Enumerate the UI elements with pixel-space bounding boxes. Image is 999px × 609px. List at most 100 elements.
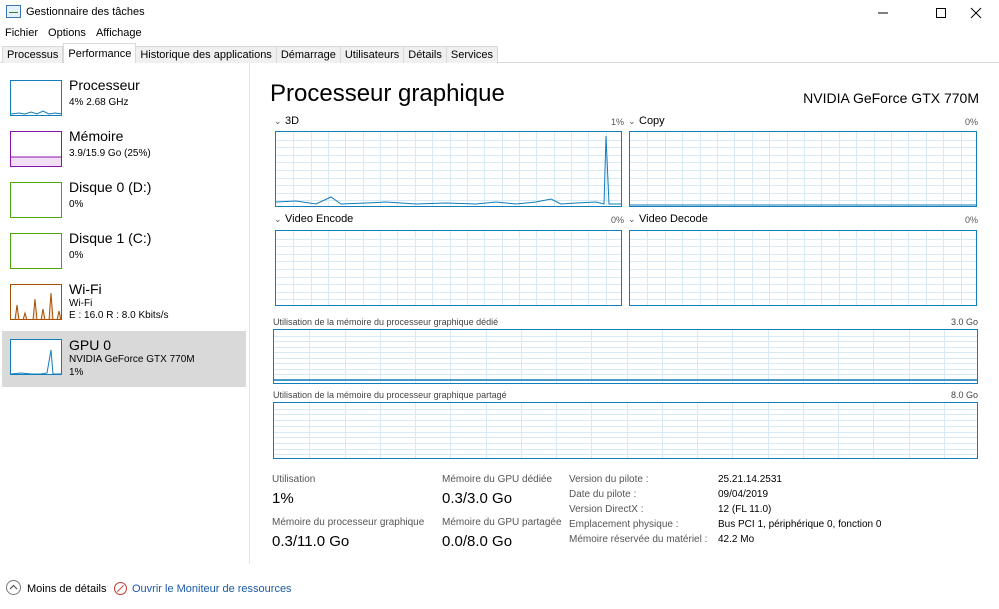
graph-decode-label[interactable]: ⌄ Video Decode	[628, 213, 708, 225]
info-value: Bus PCI 1, périphérique 0, fonction 0	[718, 519, 882, 530]
close-button[interactable]	[953, 0, 999, 25]
info-value: 09/04/2019	[718, 489, 769, 500]
info-value: 12 (FL 11.0)	[718, 504, 772, 515]
info-value: 42.2 Mo	[718, 534, 755, 545]
graph-copy-label[interactable]: ⌄ Copy	[628, 115, 665, 127]
info-value: 25.21.14.2531	[718, 474, 782, 485]
chevron-down-icon: ⌄	[274, 214, 282, 224]
tab-performance[interactable]: Performance	[63, 43, 137, 63]
graph-encode-label[interactable]: ⌄ Video Encode	[274, 213, 353, 225]
graph-decode-pct: 0%	[964, 215, 978, 225]
dedicated-memory-max: 3.0 Go	[950, 317, 978, 327]
graph-copy-pct: 0%	[964, 117, 978, 127]
sidebar-title: GPU 0	[69, 337, 112, 353]
chevron-down-icon: ⌄	[628, 116, 636, 126]
menu-affichage[interactable]: Affichage	[91, 25, 147, 42]
minimize-icon	[878, 12, 888, 13]
tab-processus[interactable]: Processus	[2, 46, 64, 63]
maximize-icon	[936, 7, 946, 18]
menu-bar: Fichier Options Affichage	[0, 25, 147, 42]
sidebar-subtitle: 3.9/15.9 Go (25%)	[69, 148, 151, 159]
minimize-button[interactable]	[860, 0, 906, 25]
graph-encode-pct: 0%	[610, 215, 624, 225]
sidebar-item-disque-1[interactable]: Disque 1 (C:) 0%	[2, 229, 246, 281]
tab-bar: Processus Performance Historique des app…	[0, 43, 999, 63]
disk-thumbnail	[10, 182, 62, 218]
window-title: Gestionnaire des tâches	[26, 6, 145, 18]
dedicated-memory-label: Utilisation de la mémoire du processeur …	[273, 317, 499, 327]
sidebar-item-disque-0[interactable]: Disque 0 (D:) 0%	[2, 178, 246, 230]
title-bar: Gestionnaire des tâches	[0, 0, 999, 25]
graph-grid	[630, 231, 976, 305]
less-details-button[interactable]: Moins de détails	[27, 583, 107, 595]
menu-options[interactable]: Options	[43, 25, 91, 42]
graph-3d-pct: 1%	[610, 117, 624, 127]
graph-3d-line	[276, 135, 621, 205]
shared-gpu-mem-value: 0.0/8.0 Go	[442, 533, 513, 550]
task-manager-icon	[6, 5, 21, 18]
shared-memory-label: Utilisation de la mémoire du processeur …	[273, 390, 507, 400]
graph-video-decode	[629, 230, 977, 306]
chevron-down-icon: ⌄	[628, 214, 636, 224]
graph-grid	[274, 403, 977, 458]
dedicated-gpu-mem-value: 0.3/3.0 Go	[442, 490, 513, 507]
sidebar-subtitle: Wi-Fi	[69, 298, 93, 309]
tab-demarrage[interactable]: Démarrage	[276, 46, 341, 63]
resource-monitor-icon	[114, 582, 127, 595]
wifi-thumbnail	[10, 284, 62, 320]
sidebar-subtitle: 0%	[69, 199, 84, 210]
graph-copy	[629, 131, 977, 207]
graph-dedicated-line	[274, 379, 977, 381]
menu-fichier[interactable]: Fichier	[0, 25, 43, 42]
disk-thumbnail	[10, 233, 62, 269]
cpu-thumbnail	[10, 80, 62, 116]
tab-utilisateurs[interactable]: Utilisateurs	[340, 46, 405, 63]
sidebar-title: Disque 1 (C:)	[69, 230, 152, 246]
info-label: Version DirectX :	[569, 504, 644, 515]
graph-grid	[276, 231, 621, 305]
gpu-detail-panel: Processeur graphique NVIDIA GeForce GTX …	[262, 64, 992, 564]
info-label: Date du pilote :	[569, 489, 637, 500]
graph-3d-label[interactable]: ⌄ 3D	[274, 115, 299, 127]
collapse-chevron-icon[interactable]	[6, 580, 21, 595]
sidebar-title: Processeur	[69, 77, 140, 93]
dedicated-gpu-mem-label: Mémoire du GPU dédiée	[442, 474, 553, 485]
sidebar-throughput: E : 16.0 R : 8.0 Kbits/s	[69, 310, 169, 321]
sidebar-title: Disque 0 (D:)	[69, 179, 152, 195]
info-label: Emplacement physique :	[569, 519, 679, 530]
sidebar-item-processeur[interactable]: Processeur 4% 2.68 GHz	[2, 76, 246, 128]
tab-services[interactable]: Services	[446, 46, 499, 63]
sidebar-item-wifi[interactable]: Wi-Fi Wi-Fi E : 16.0 R : 8.0 Kbits/s	[2, 280, 246, 332]
gpu-mem-label: Mémoire du processeur graphique	[272, 517, 425, 528]
sidebar-subtitle: 0%	[69, 250, 84, 261]
graph-copy-line	[630, 204, 976, 206]
utilisation-value: 1%	[272, 490, 294, 507]
sidebar-title: Wi-Fi	[69, 281, 102, 297]
sidebar-usage: 1%	[69, 367, 84, 378]
footer: Moins de détails Ouvrir le Moniteur de r…	[0, 578, 999, 600]
tab-historique[interactable]: Historique des applications	[136, 46, 277, 63]
page-title: Processeur graphique	[270, 80, 505, 107]
shared-gpu-mem-label: Mémoire du GPU partagée	[442, 517, 562, 528]
graph-shared-memory	[273, 402, 978, 459]
info-label: Version du pilote :	[569, 474, 649, 485]
tab-details[interactable]: Détails	[404, 46, 447, 63]
graph-dedicated-memory	[273, 329, 978, 384]
performance-sidebar: Processeur 4% 2.68 GHz Mémoire 3.9/15.9 …	[0, 64, 250, 564]
resource-monitor-link[interactable]: Ouvrir le Moniteur de ressources	[132, 583, 292, 595]
sidebar-title: Mémoire	[69, 128, 124, 144]
graph-video-encode	[275, 230, 622, 306]
sidebar-subtitle: 4% 2.68 GHz	[69, 97, 129, 108]
gpu-thumbnail	[10, 339, 62, 375]
close-icon	[970, 7, 982, 18]
chevron-down-icon: ⌄	[274, 116, 282, 126]
info-label: Mémoire réservée du matériel :	[569, 534, 708, 545]
graph-3d	[275, 131, 622, 207]
sidebar-item-memoire[interactable]: Mémoire 3.9/15.9 Go (25%)	[2, 127, 246, 179]
memory-thumbnail	[10, 131, 62, 167]
sidebar-item-gpu-0[interactable]: GPU 0 NVIDIA GeForce GTX 770M 1%	[2, 331, 246, 387]
shared-memory-max: 8.0 Go	[950, 390, 978, 400]
gpu-mem-value: 0.3/11.0 Go	[272, 533, 350, 550]
sidebar-subtitle: NVIDIA GeForce GTX 770M	[69, 354, 195, 365]
gpu-model-name: NVIDIA GeForce GTX 770M	[803, 90, 979, 106]
